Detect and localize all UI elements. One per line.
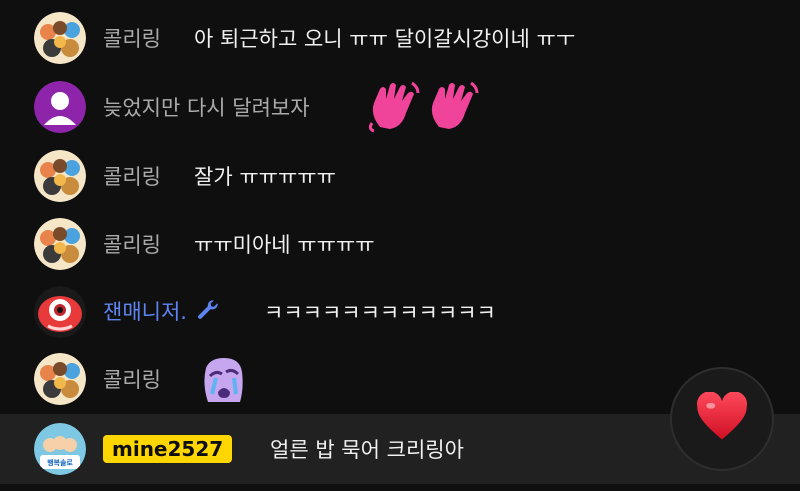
author-name[interactable]: 늦었지만 다시 달려보자 [103,92,310,122]
author-name[interactable]: 콜리링 [103,229,161,259]
avatar[interactable] [34,81,86,133]
member-username-badge[interactable]: mine2527 [103,435,233,463]
author-name[interactable]: 콜리링 [103,161,161,191]
heart-icon [695,391,749,446]
message-text: ㅠㅠ미아네 ㅠㅠㅠㅠ [194,233,375,257]
author-name[interactable]: 잰매니저. [103,296,221,329]
author-name[interactable]: 콜리링 [103,23,161,53]
live-chat-panel: 콜리링 아 퇴근하고 오니 ㅠㅠ 달이갈시강이네 ㅠㅜ 늦었지만 다시 달려보자 [0,0,800,491]
avatar[interactable] [34,353,86,405]
chat-message: 콜리링 ㅠㅠ미아네 ㅠㅠㅠㅠ [0,215,800,273]
chat-message: 콜리링 잘가 ㅠㅠㅠㅠㅠ [0,147,800,205]
waving-hand-emoji [366,79,424,139]
crying-face-emoji [196,354,250,410]
author-name-text: 잰매니저. [103,299,187,324]
wrench-icon [195,297,221,328]
chat-message: 늦었지만 다시 달려보자 [0,78,800,136]
message-text: 아 퇴근하고 오니 ㅠㅠ 달이갈시강이네 ㅠㅜ [194,27,576,51]
message-text: 얼른 밥 묵어 크리링아 [270,438,464,462]
waving-hand-emoji [425,79,483,139]
chat-message: 잰매니저. ㅋㅋㅋㅋㅋㅋㅋㅋㅋㅋㅋㅋ [0,283,800,341]
heart-reaction-button[interactable] [670,367,774,471]
avatar[interactable] [34,12,86,64]
message-text: 잘가 ㅠㅠㅠㅠㅠ [194,165,336,189]
author-name[interactable]: 콜리링 [103,364,161,394]
svg-text:행복솔로: 행복솔로 [47,458,73,467]
avatar[interactable] [34,150,86,202]
message-text: ㅋㅋㅋㅋㅋㅋㅋㅋㅋㅋㅋㅋ [264,301,496,325]
chat-message: 콜리링 아 퇴근하고 오니 ㅠㅠ 달이갈시강이네 ㅠㅜ [0,9,800,67]
avatar[interactable]: 행복솔로 [34,423,86,475]
avatar[interactable] [34,218,86,270]
avatar[interactable] [34,286,86,338]
